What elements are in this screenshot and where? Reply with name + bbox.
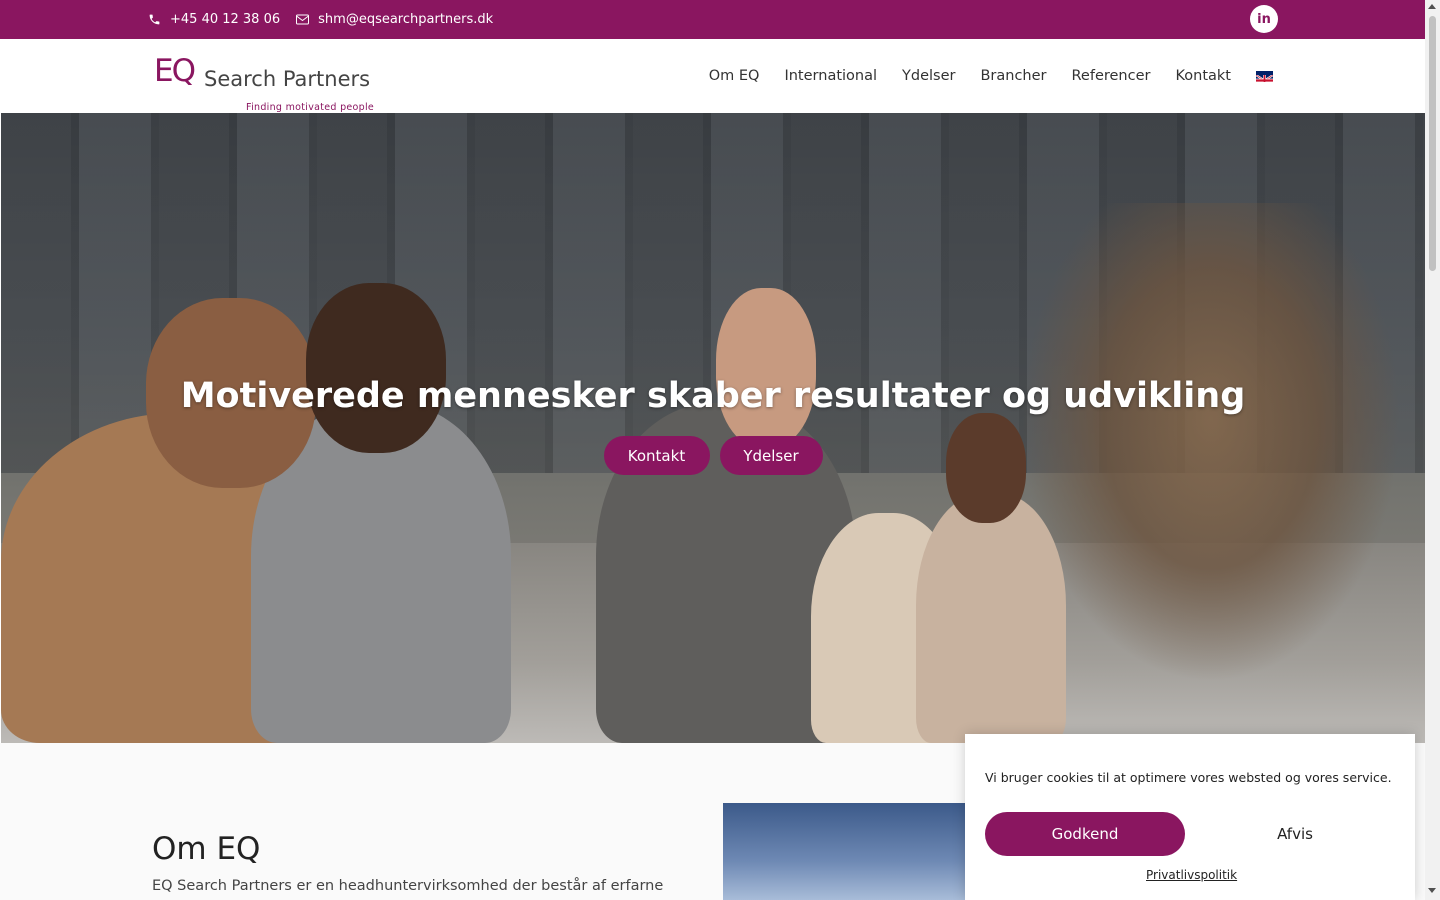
mail-icon <box>296 14 310 24</box>
person-head <box>306 283 446 453</box>
nav-item-referencer[interactable]: Referencer <box>1072 68 1151 84</box>
about-title: Om EQ <box>152 831 261 867</box>
nav-item-brancher[interactable]: Brancher <box>980 68 1046 84</box>
logo[interactable]: EQ Search Partners Finding motivated peo… <box>154 53 384 113</box>
scrollbar-thumb[interactable] <box>1429 16 1436 271</box>
hero-title: Motiverede mennesker skaber resultater o… <box>180 376 1246 416</box>
scroll-down-arrow-icon[interactable] <box>1428 888 1436 893</box>
phone-number: +45 40 12 38 06 <box>170 11 281 27</box>
phone-link[interactable]: +45 40 12 38 06 <box>148 12 280 27</box>
top-bar: +45 40 12 38 06 shm@eqsearchpartners.dk … <box>0 0 1425 39</box>
ydelser-button[interactable]: Ydelser <box>719 436 823 475</box>
cookie-banner: Vi bruger cookies til at optimere vores … <box>965 734 1415 900</box>
scroll-up-arrow-icon[interactable] <box>1428 4 1436 9</box>
scrollbar[interactable] <box>1425 0 1440 900</box>
deny-cookies-button[interactable]: Afvis <box>1195 812 1395 856</box>
nav-item-kontakt[interactable]: Kontakt <box>1175 68 1231 84</box>
nav-item-international[interactable]: International <box>784 68 877 84</box>
person-head <box>716 288 816 448</box>
logo-tagline: Finding motivated people <box>246 102 375 113</box>
uk-flag-icon[interactable] <box>1256 70 1273 82</box>
site-header: EQ Search Partners Finding motivated peo… <box>0 39 1425 113</box>
nav-item-ydelser[interactable]: Ydelser <box>902 68 955 84</box>
email-link[interactable]: shm@eqsearchpartners.dk <box>296 12 493 27</box>
accept-cookies-button[interactable]: Godkend <box>985 812 1185 856</box>
hero-buttons: Kontakt Ydelser <box>1 436 1425 475</box>
about-text: EQ Search Partners er en headhuntervirks… <box>152 878 664 894</box>
nav-item-om-eq[interactable]: Om EQ <box>709 68 760 84</box>
kontakt-button[interactable]: Kontakt <box>603 436 710 475</box>
privacy-policy-link[interactable]: Privatlivspolitik <box>1146 868 1237 882</box>
email-address: shm@eqsearchpartners.dk <box>318 11 494 27</box>
person-figure <box>916 493 1066 743</box>
main-nav: Om EQ International Ydelser Brancher Ref… <box>684 39 1273 113</box>
contact-info: +45 40 12 38 06 shm@eqsearchpartners.dk <box>148 0 509 38</box>
about-image <box>723 803 983 900</box>
linkedin-icon[interactable]: in <box>1250 5 1278 33</box>
phone-icon <box>149 14 160 24</box>
cookie-message: Vi bruger cookies til at optimere vores … <box>985 770 1392 785</box>
logo-mark: EQ <box>154 53 196 89</box>
hero-banner: Motiverede mennesker skaber resultater o… <box>1 113 1425 743</box>
logo-name: Search Partners <box>204 67 371 91</box>
